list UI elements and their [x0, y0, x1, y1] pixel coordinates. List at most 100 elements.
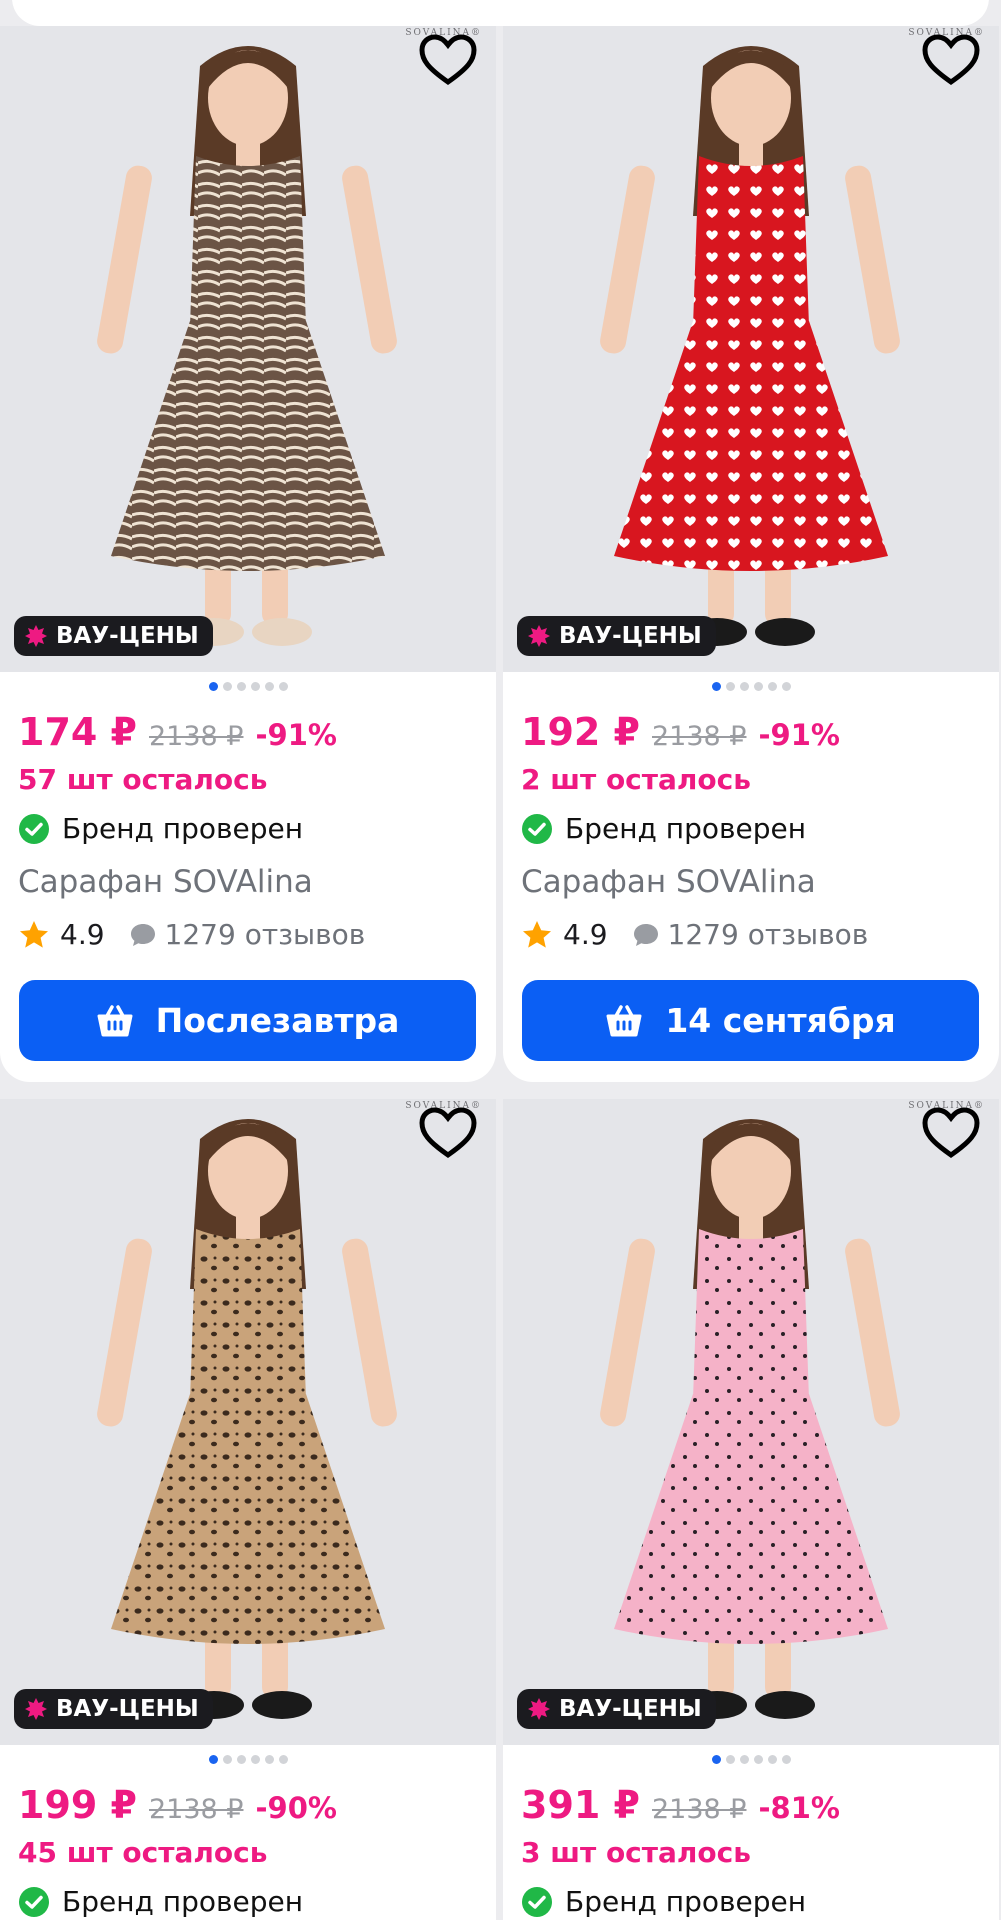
discount-percent: -91% — [255, 718, 337, 752]
comment-bubble-icon — [130, 923, 155, 946]
add-to-cart-button[interactable]: Послезавтра — [19, 980, 476, 1061]
brand-verified: Бренд проверен — [18, 1885, 303, 1918]
star-icon — [20, 920, 48, 948]
brand-verified: Бренд проверен — [521, 1885, 806, 1918]
product-photo[interactable]: SOVALINA® ВАУ-ЦЕНЫ — [503, 26, 999, 672]
basket-icon — [606, 1004, 642, 1036]
pagination-dot[interactable] — [725, 682, 735, 691]
pagination-dot[interactable] — [739, 682, 749, 691]
delivery-date-label: 14 сентября — [665, 1001, 896, 1040]
product-title[interactable]: Сарафан SOVAlina — [18, 864, 313, 900]
product-photo[interactable]: SOVALINA® ВАУ-ЦЕНЫ — [503, 1099, 999, 1745]
promo-badge: ВАУ-ЦЕНЫ — [517, 616, 716, 656]
verified-check-icon — [522, 1886, 552, 1917]
brand-verified-label: Бренд проверен — [565, 812, 807, 845]
pagination-dot[interactable] — [236, 1755, 246, 1764]
rating-row: 4.9 1279 отзывов — [18, 918, 365, 951]
pagination-dot[interactable] — [222, 682, 232, 691]
stock-left: 3 шт осталось — [521, 1836, 751, 1869]
reviews-count[interactable]: 1279 отзывов — [668, 918, 869, 951]
brand-verified: Бренд проверен — [18, 812, 303, 845]
promo-badge: ВАУ-ЦЕНЫ — [14, 616, 213, 656]
favorite-heart-icon[interactable] — [418, 1105, 478, 1161]
product-photo[interactable]: SOVALINA® ВАУ-ЦЕНЫ — [0, 1099, 496, 1745]
rating-value: 4.9 — [563, 918, 608, 951]
verified-check-icon — [522, 813, 552, 844]
pagination-dot[interactable] — [767, 1755, 777, 1764]
pagination-dot[interactable] — [250, 682, 260, 691]
discount-percent: -91% — [758, 718, 840, 752]
pagination-dot[interactable] — [767, 682, 777, 691]
brand-verified-label: Бренд проверен — [62, 812, 304, 845]
pagination-dot[interactable] — [781, 1755, 791, 1764]
pagination-dot[interactable] — [236, 682, 246, 691]
pagination-dot-active[interactable] — [711, 1755, 721, 1764]
burst-icon — [25, 1698, 47, 1720]
price-row: 199 ₽ 2138 ₽ -90% — [18, 1783, 337, 1827]
pagination-dot[interactable] — [725, 1755, 735, 1764]
pagination-dot[interactable] — [264, 1755, 274, 1764]
rating-row: 4.9 1279 отзывов — [521, 918, 868, 951]
product-card[interactable]: SOVALINA® ВАУ-ЦЕНЫ 391 ₽ 2138 ₽ -81% 3 ш… — [503, 1099, 999, 1920]
product-card[interactable]: SOVALINA® ВАУ-ЦЕНЫ 174 ₽ 2138 ₽ -91% 57 … — [0, 26, 496, 1082]
product-feed: SOVALINA® ВАУ-ЦЕНЫ 174 ₽ 2138 ₽ -91% 57 … — [0, 0, 1001, 1920]
current-price: 391 ₽ — [521, 1783, 640, 1827]
promo-badge-label: ВАУ-ЦЕНЫ — [559, 623, 702, 649]
current-price: 192 ₽ — [521, 710, 640, 754]
promo-badge: ВАУ-ЦЕНЫ — [517, 1689, 716, 1729]
product-photo[interactable]: SOVALINA® ВАУ-ЦЕНЫ — [0, 26, 496, 672]
product-illustration — [503, 26, 999, 672]
pagination-dot[interactable] — [753, 1755, 763, 1764]
pagination-dot[interactable] — [781, 682, 791, 691]
pagination-dot[interactable] — [278, 682, 288, 691]
brand-verified-label: Бренд проверен — [565, 1885, 807, 1918]
pagination-dot-active[interactable] — [208, 682, 218, 691]
favorite-heart-icon[interactable] — [921, 1105, 981, 1161]
pagination-dot[interactable] — [222, 1755, 232, 1764]
brand-verified: Бренд проверен — [521, 812, 806, 845]
old-price: 2138 ₽ — [149, 1794, 244, 1825]
discount-percent: -90% — [255, 1791, 337, 1825]
pagination-dot-active[interactable] — [711, 682, 721, 691]
promo-badge-label: ВАУ-ЦЕНЫ — [56, 1696, 199, 1722]
product-card[interactable]: SOVALINA® ВАУ-ЦЕНЫ 192 ₽ 2138 ₽ -91% 2 ш… — [503, 26, 999, 1082]
burst-icon — [25, 625, 47, 647]
stock-left: 57 шт осталось — [18, 763, 268, 796]
previous-card-bottom — [12, 0, 989, 26]
favorite-heart-icon[interactable] — [418, 32, 478, 88]
pagination-dot[interactable] — [739, 1755, 749, 1764]
basket-icon — [97, 1004, 133, 1036]
burst-icon — [528, 625, 550, 647]
stock-left: 2 шт осталось — [521, 763, 751, 796]
photo-pagination — [503, 682, 999, 694]
promo-badge-label: ВАУ-ЦЕНЫ — [559, 1696, 702, 1722]
burst-icon — [528, 1698, 550, 1720]
pagination-dot-active[interactable] — [208, 1755, 218, 1764]
verified-check-icon — [19, 1886, 49, 1917]
add-to-cart-button[interactable]: 14 сентября — [522, 980, 979, 1061]
product-illustration — [0, 26, 496, 672]
delivery-date-label: Послезавтра — [155, 1001, 400, 1040]
verified-check-icon — [19, 813, 49, 844]
pagination-dot[interactable] — [278, 1755, 288, 1764]
current-price: 174 ₽ — [18, 710, 137, 754]
product-card[interactable]: SOVALINA® ВАУ-ЦЕНЫ 199 ₽ 2138 ₽ -90% 45 … — [0, 1099, 496, 1920]
favorite-heart-icon[interactable] — [921, 32, 981, 88]
brand-verified-label: Бренд проверен — [62, 1885, 304, 1918]
pagination-dot[interactable] — [753, 682, 763, 691]
photo-pagination — [0, 682, 496, 694]
photo-pagination — [503, 1755, 999, 1767]
old-price: 2138 ₽ — [149, 721, 244, 752]
photo-pagination — [0, 1755, 496, 1767]
reviews-count[interactable]: 1279 отзывов — [165, 918, 366, 951]
product-title[interactable]: Сарафан SOVAlina — [521, 864, 816, 900]
pagination-dot[interactable] — [264, 682, 274, 691]
product-illustration — [0, 1099, 496, 1745]
promo-badge-label: ВАУ-ЦЕНЫ — [56, 623, 199, 649]
comment-bubble-icon — [633, 923, 658, 946]
current-price: 199 ₽ — [18, 1783, 137, 1827]
promo-badge: ВАУ-ЦЕНЫ — [14, 1689, 213, 1729]
rating-value: 4.9 — [60, 918, 105, 951]
price-row: 391 ₽ 2138 ₽ -81% — [521, 1783, 840, 1827]
pagination-dot[interactable] — [250, 1755, 260, 1764]
